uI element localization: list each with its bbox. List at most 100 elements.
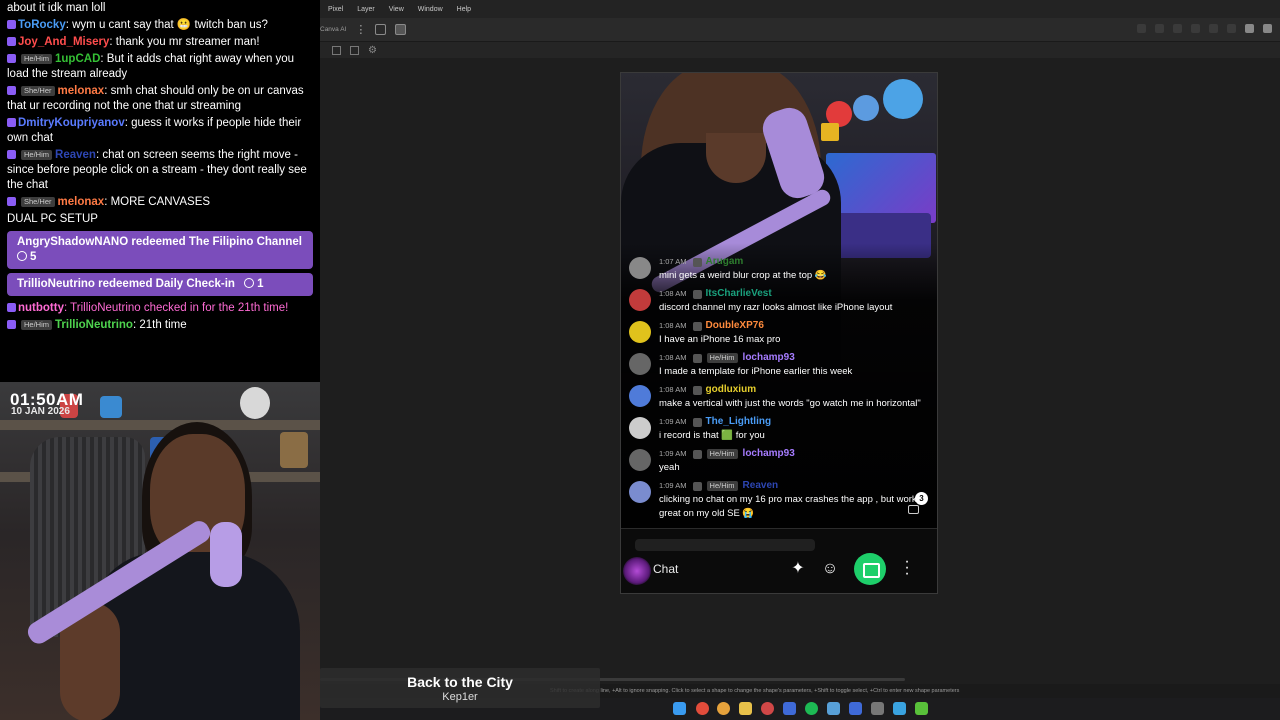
avatar[interactable] (629, 257, 651, 279)
chat-text: about it idk man loll (7, 2, 106, 14)
timestamp: 1:09 AM (659, 449, 687, 458)
stream-chat-overlay: about it idk man loll ToRocky: wym u cant… (0, 0, 320, 382)
window-icon[interactable] (1245, 24, 1254, 33)
app-icon[interactable] (827, 702, 840, 715)
message-icon[interactable] (908, 505, 919, 514)
badge-icon (692, 481, 702, 491)
live-chat-message: 1:07 AM Arugam mini gets a weird blur crop… (627, 255, 933, 283)
figure (280, 432, 308, 468)
chrome-alt-icon[interactable] (717, 702, 730, 715)
live-chat-message: 1:08 AM ItsCharlieVest discord channel my … (627, 287, 933, 315)
timestamp: 1:08 AM (659, 353, 687, 362)
tool-icon[interactable] (1155, 24, 1164, 33)
folder-icon[interactable] (739, 702, 752, 715)
avatar[interactable] (629, 481, 651, 503)
badge-icon (7, 118, 16, 128)
avatar[interactable] (629, 289, 651, 311)
tool-icon[interactable] (1209, 24, 1218, 33)
chat-username[interactable]: melonax (58, 196, 105, 208)
gear-icon[interactable]: ⚙ (368, 45, 377, 56)
badge-icon (692, 353, 702, 363)
chat-username[interactable]: DoubleXP76 (706, 320, 764, 331)
chat-username[interactable]: 1upCAD (55, 53, 100, 65)
timestamp: 1:09 AM (659, 481, 687, 490)
tool-icon[interactable] (1227, 24, 1236, 33)
tool-icon[interactable] (1191, 24, 1200, 33)
avatar[interactable] (629, 449, 651, 471)
live-chat-message: 1:09 AM The_Lightling i record is that 🟩 f… (627, 415, 933, 443)
celebrate-icon[interactable]: ✦ (787, 558, 809, 580)
chat-username[interactable]: DmitryKoupriyanov (18, 117, 125, 129)
chat-username[interactable]: The_Lightling (706, 416, 772, 427)
chat-input-field[interactable]: Chat (653, 562, 678, 576)
menu-item-help[interactable]: Help (457, 6, 471, 13)
more-icon[interactable]: ⋮ (355, 24, 366, 35)
grid-icon[interactable] (332, 45, 341, 55)
obs-icon[interactable] (761, 702, 774, 715)
avatar[interactable] (629, 353, 651, 375)
tool-icon[interactable] (1137, 24, 1146, 33)
chat-message: He/Him 1upCAD: But it adds chat right awa… (0, 51, 320, 83)
timestamp: 1:08 AM (659, 385, 687, 394)
app-icon[interactable] (871, 702, 884, 715)
tool-icon[interactable] (1173, 24, 1182, 33)
more-options-icon[interactable]: · · · (903, 554, 911, 582)
unread-count-badge[interactable]: 3 (915, 492, 928, 505)
chat-input-bar: Chat ✦ ☺ · · · (621, 528, 937, 593)
badge-icon (7, 20, 16, 30)
menu-item-pixel[interactable]: Pixel (328, 6, 343, 13)
timestamp: 1:07 AM (659, 257, 687, 266)
webcam-feed: 01:50AM 10 JAN 2026 (0, 382, 320, 720)
live-chat-feed: 1:07 AM Arugam mini gets a weird blur crop… (621, 255, 937, 527)
select-icon[interactable] (350, 45, 359, 55)
shop-icon[interactable] (854, 553, 886, 585)
message-text: mini gets a weird blur crop at the top 😂 (659, 270, 827, 281)
timestamp: 1:08 AM (659, 321, 687, 330)
vertical-canvas[interactable]: 1:07 AM Arugam mini gets a weird blur crop… (620, 72, 938, 594)
badge-icon (7, 320, 16, 330)
chat-username[interactable]: melonax (58, 85, 105, 97)
chat-username[interactable]: Arugam (706, 256, 744, 267)
avatar[interactable] (623, 557, 651, 585)
badge-icon (7, 54, 16, 64)
start-icon[interactable] (673, 702, 686, 715)
layers-icon[interactable] (375, 24, 387, 35)
microphone (210, 522, 242, 587)
chat-username[interactable]: nutbotty (18, 302, 64, 314)
app-icon[interactable] (915, 702, 928, 715)
chat-username[interactable]: godluxium (706, 384, 757, 395)
frame-icon[interactable] (395, 24, 407, 35)
pronoun-badge: He/Him (21, 149, 53, 160)
chat-message: nutbotty: TrillioNeutrino checked in for… (0, 300, 320, 317)
song-title: Back to the City (407, 674, 513, 690)
app-icon[interactable] (893, 702, 906, 715)
message-header: 1:08 AM godluxium (659, 383, 933, 397)
live-chat-message: 1:09 AM He/Him lochamp93 yeah (627, 447, 933, 475)
avatar[interactable] (629, 417, 651, 439)
avatar[interactable] (629, 321, 651, 343)
chrome-icon[interactable] (696, 702, 709, 715)
chat-username[interactable]: Joy_And_Misery (18, 36, 109, 48)
chat-username[interactable]: lochamp93 (743, 448, 795, 459)
badge-icon (7, 303, 16, 313)
menu-item-layer[interactable]: Layer (357, 6, 375, 13)
reward-text: AngryShadowNANO redeemed The Filipino Ch… (17, 236, 302, 248)
chat-username[interactable]: ItsCharlieVest (706, 288, 772, 299)
chat-username[interactable]: TrillioNeutrino (55, 319, 133, 331)
canva-ai-label[interactable]: Canva AI (320, 26, 346, 33)
emoji-icon[interactable]: ☺ (819, 558, 841, 580)
spotify-icon[interactable] (805, 702, 818, 715)
chat-username[interactable]: ToRocky (18, 19, 66, 31)
window-icon[interactable] (1263, 24, 1272, 33)
chat-username[interactable]: Reaven (55, 149, 96, 161)
chat-username[interactable]: lochamp93 (743, 352, 795, 363)
message-header: 1:09 AM He/Him lochamp93 (659, 447, 933, 461)
chat-username[interactable]: Reaven (743, 480, 779, 491)
message-text: yeah (659, 462, 680, 473)
avatar[interactable] (629, 385, 651, 407)
menu-item-window[interactable]: Window (418, 6, 443, 13)
app-icon[interactable] (783, 702, 796, 715)
squirtle-figure (853, 95, 879, 121)
menu-item-view[interactable]: View (389, 6, 404, 13)
app-icon[interactable] (849, 702, 862, 715)
